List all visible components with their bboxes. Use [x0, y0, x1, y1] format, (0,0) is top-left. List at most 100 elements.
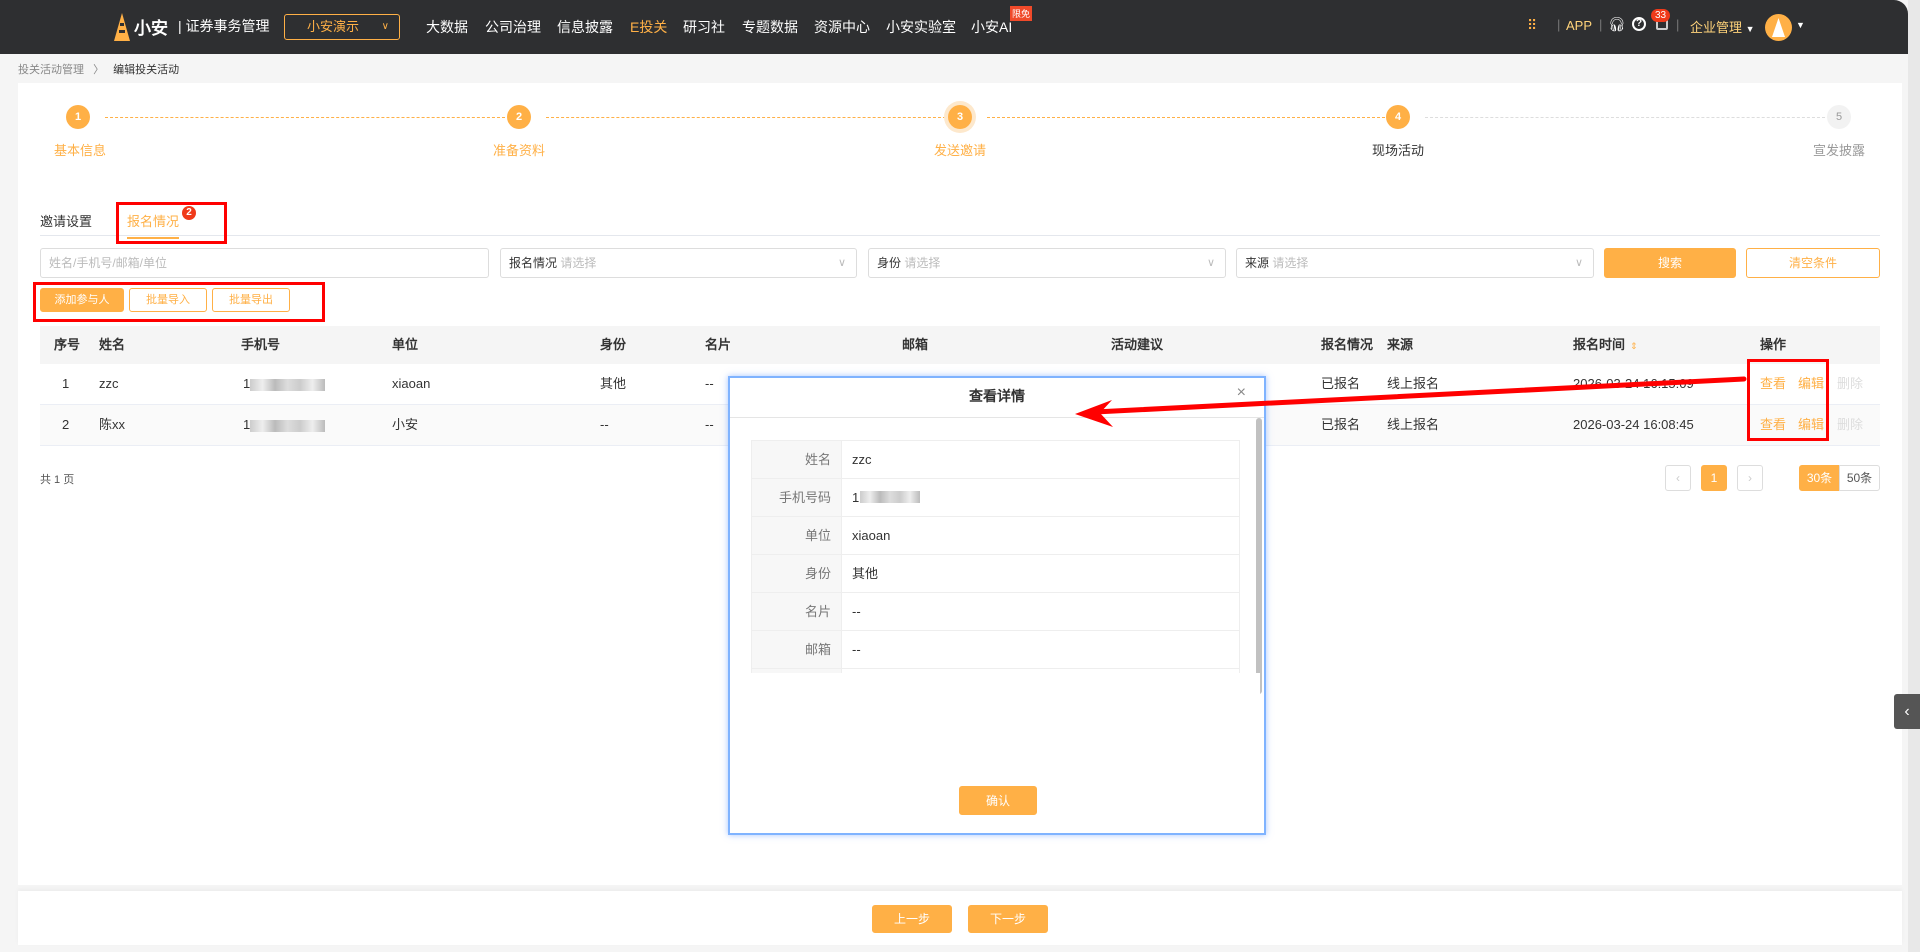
col-source: 来源 — [1387, 337, 1414, 352]
step-2-circle: 2 — [507, 105, 531, 129]
next-step-button[interactable]: 下一步 — [968, 905, 1048, 933]
help-icon[interactable]: ? — [1632, 17, 1646, 31]
detail-row: 身份 其他 — [751, 555, 1240, 593]
detail-row: 名片 -- — [751, 593, 1240, 631]
avatar[interactable] — [1765, 14, 1792, 41]
close-icon[interactable]: × — [1237, 384, 1246, 402]
breadcrumb: 投关活动管理 〉 编辑投关活动 — [18, 64, 180, 76]
top-header: 小安 | 证券事务管理 小安演示 ∨ 大数据 公司治理 信息披露 E投关 研习社 … — [0, 0, 1908, 54]
col-time[interactable]: 报名时间 — [1573, 326, 1625, 364]
modal-scrollbar[interactable] — [1256, 418, 1262, 694]
side-panel-toggle-chevron-left-icon[interactable]: ‹ — [1894, 694, 1920, 729]
step-1-label: 基本信息 — [53, 143, 107, 158]
step-4-circle: 4 — [1386, 105, 1410, 129]
detail-value: 1 — [852, 490, 860, 505]
breadcrumb-current: 编辑投关活动 — [113, 64, 180, 76]
nav-lab[interactable]: 小安实验室 — [886, 17, 956, 37]
col-no: 序号 — [54, 337, 81, 352]
detail-value: xiaoan — [852, 528, 891, 543]
headset-icon[interactable]: 🎧︎ — [1608, 16, 1626, 33]
page-size-30[interactable]: 30条 — [1799, 465, 1840, 491]
ai-badge: 限免 — [1010, 6, 1033, 21]
detail-value: -- — [852, 604, 861, 619]
chevron-down-icon: ∨ — [1574, 257, 1583, 269]
nav-topics[interactable]: 专题数据 — [742, 17, 798, 37]
app-link[interactable]: APP — [1566, 18, 1592, 33]
avatar-dropdown-icon[interactable]: ▼ — [1796, 20, 1805, 30]
next-page-button[interactable]: › — [1737, 465, 1763, 491]
detail-row: 手机号码 1 — [751, 479, 1240, 517]
nav-resources[interactable]: 资源中心 — [814, 17, 870, 37]
system-name: | 证券事务管理 — [178, 18, 270, 34]
detail-row: 姓名 zzc — [751, 441, 1240, 479]
step-5-circle: 5 — [1827, 105, 1851, 129]
step-1-circle: 1 — [66, 105, 90, 129]
nav-bigdata[interactable]: 大数据 — [426, 17, 468, 37]
message-count-badge: 33 — [1651, 9, 1671, 22]
breadcrumb-parent[interactable]: 投关活动管理 — [18, 64, 84, 76]
company-select[interactable]: 小安演示 ∨ — [284, 14, 400, 40]
detail-row: 邮箱 -- — [751, 631, 1240, 669]
blurred-phone — [250, 378, 326, 391]
page-1-button[interactable]: 1 — [1701, 465, 1727, 491]
prev-step-button[interactable]: 上一步 — [872, 905, 952, 933]
status-select[interactable]: 报名情况 请选择 ∨ — [500, 248, 857, 278]
detail-label: 身份 — [752, 555, 842, 592]
detail-modal: 查看详情 × 姓名zzc手机号码1单位xiaoan身份其他名片--邮箱--活动建… — [728, 376, 1266, 835]
page-scrollbar[interactable] — [1908, 0, 1920, 952]
detail-label: 姓名 — [752, 441, 842, 478]
chevron-down-icon: ∨ — [1206, 257, 1215, 269]
col-name: 姓名 — [99, 337, 126, 352]
search-button[interactable]: 搜索 — [1604, 248, 1736, 278]
nav-e-ir[interactable]: E投关 — [630, 17, 667, 37]
step-3-circle: 3 — [948, 105, 972, 129]
tab-invite-settings[interactable]: 邀请设置 — [40, 211, 92, 230]
source-select[interactable]: 来源 请选择 ∨ — [1236, 248, 1594, 278]
page-size-50[interactable]: 50条 — [1839, 465, 1880, 491]
col-suggestion: 活动建议 — [1111, 337, 1164, 352]
annotation-box-tab — [116, 202, 227, 244]
keyword-search-input[interactable]: 姓名/手机号/邮箱/单位 — [40, 248, 489, 278]
blurred-phone — [860, 491, 920, 503]
annotation-box-ops — [1747, 359, 1829, 441]
prev-page-button[interactable]: ‹ — [1665, 465, 1691, 491]
clear-filters-button[interactable]: 清空条件 — [1746, 248, 1880, 278]
col-phone: 手机号 — [241, 337, 281, 352]
annotation-box-actions — [33, 282, 325, 322]
step-5-label: 宣发披露 — [1812, 143, 1866, 158]
logo-text: 小安 — [134, 19, 168, 38]
delete-button[interactable]: 删除 — [1837, 405, 1863, 445]
col-email: 邮箱 — [902, 337, 929, 352]
detail-value: -- — [852, 642, 861, 657]
modal-title: 查看详情 — [969, 388, 1025, 404]
col-identity: 身份 — [600, 337, 627, 352]
enterprise-menu[interactable]: 企业管理 ▼ — [1690, 17, 1755, 36]
footer-bar — [18, 891, 1902, 945]
chevron-down-icon: ∨ — [837, 257, 846, 269]
detail-label: 名片 — [752, 593, 842, 630]
table-header: 序号 姓名 手机号 单位 身份 名片 邮箱 活动建议 报名情况 来源 报名时间 … — [40, 326, 1880, 364]
detail-value: 其他 — [852, 566, 879, 581]
total-pages: 共 1 页 — [40, 474, 75, 486]
blurred-phone — [250, 419, 326, 432]
step-4-label: 现场活动 — [1371, 143, 1425, 158]
step-2-label: 准备资料 — [492, 143, 546, 158]
apps-grid-icon[interactable]: ⠿ — [1527, 17, 1538, 34]
col-card: 名片 — [705, 337, 732, 352]
confirm-button[interactable]: 确认 — [959, 786, 1037, 815]
detail-label: 单位 — [752, 517, 842, 554]
logo-icon — [114, 13, 130, 41]
detail-value: zzc — [852, 452, 872, 467]
nav-disclosure[interactable]: 信息披露 — [557, 17, 613, 37]
nav-ai[interactable]: 小安AI — [971, 17, 1012, 37]
col-unit: 单位 — [392, 337, 419, 352]
step-3-label: 发送邀请 — [933, 143, 987, 158]
detail-row: 单位 xiaoan — [751, 517, 1240, 555]
detail-label: 手机号码 — [752, 479, 842, 516]
detail-label: 邮箱 — [752, 631, 842, 668]
nav-research[interactable]: 研习社 — [683, 17, 725, 37]
delete-button[interactable]: 删除 — [1837, 364, 1863, 404]
nav-governance[interactable]: 公司治理 — [485, 17, 541, 37]
identity-select[interactable]: 身份 请选择 ∨ — [868, 248, 1226, 278]
sort-icon[interactable]: ⇕ — [1630, 326, 1638, 366]
